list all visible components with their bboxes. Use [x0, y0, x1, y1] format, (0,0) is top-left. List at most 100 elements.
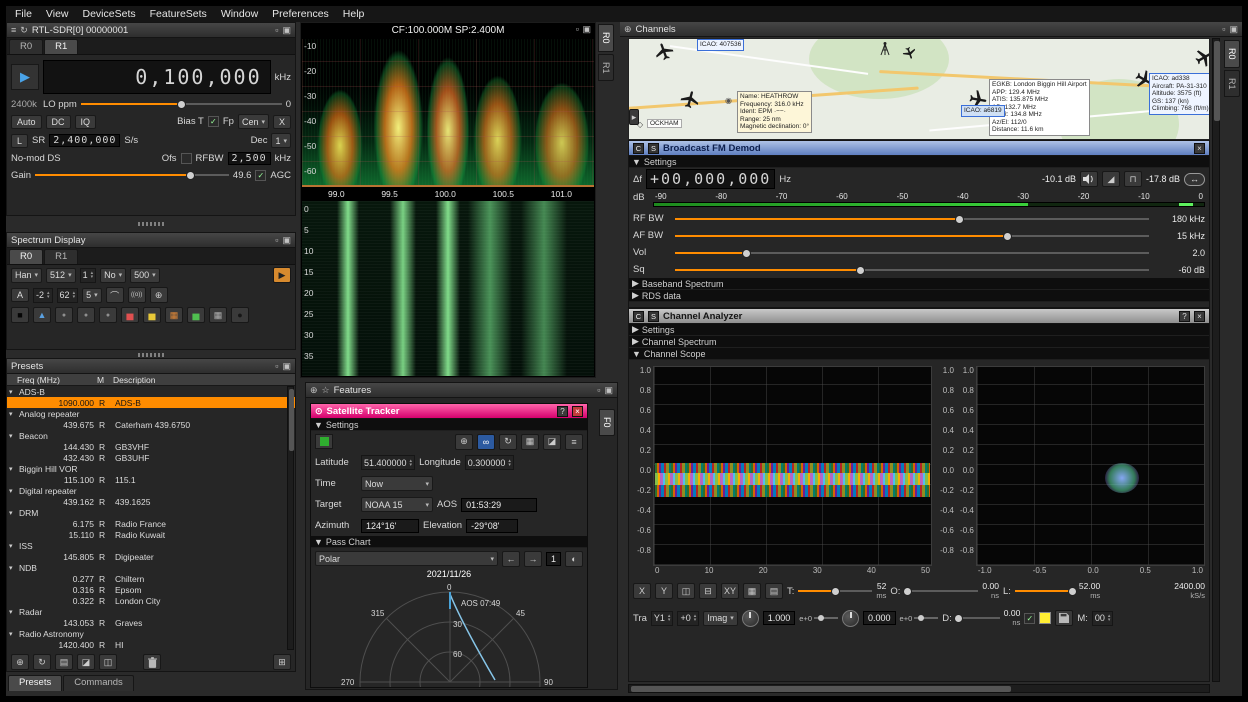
adsb-map[interactable]: ICAO: 407536 ◉ Name: HEATHROWFrequency: …: [628, 38, 1210, 140]
trace-length-slider[interactable]: [1015, 585, 1075, 597]
tree-caret-icon[interactable]: ▾: [9, 388, 19, 396]
edit-preset-button[interactable]: ◪: [77, 654, 95, 670]
crosshair-icon[interactable]: ⊕: [150, 287, 168, 303]
decay-select[interactable]: 5▾: [82, 288, 102, 303]
main-spectrum-panel[interactable]: CF:100.000M SP:2.400M ▫ ▣ -10-20-30-40-5…: [300, 22, 596, 378]
spectrum-tab-r1[interactable]: R1: [44, 249, 78, 264]
preset-row[interactable]: 1420.400RHI: [7, 639, 295, 650]
tree-caret-icon[interactable]: ▾: [9, 542, 19, 550]
preset-row[interactable]: 6.175RRadio France: [7, 518, 295, 529]
shrink-icon[interactable]: ▫: [597, 386, 600, 395]
preset-row[interactable]: ▾ Radar: [7, 606, 295, 617]
close-button[interactable]: ×: [572, 406, 583, 417]
refresh-button[interactable]: ↻: [499, 434, 517, 450]
dc-correction-button[interactable]: DC: [46, 115, 71, 129]
fc-position-select[interactable]: Cen▾: [238, 114, 269, 129]
presets-titlebar[interactable]: Presets ▫ ▣: [7, 359, 295, 374]
tree-caret-icon[interactable]: ▾: [9, 487, 19, 495]
preset-row[interactable]: 143.053RGraves: [7, 617, 295, 628]
restore-icon[interactable]: ▣: [282, 236, 291, 245]
channel-frequency-display[interactable]: +00,000,000: [646, 169, 775, 189]
device-titlebar[interactable]: ≡ ↻ RTL-SDR[0] 00000001 ▫ ▣: [7, 23, 295, 38]
channel-spectrum-section[interactable]: ▶ Channel Spectrum: [629, 336, 1209, 348]
spectrum-display-icon-button[interactable]: ▅: [121, 307, 139, 323]
fft-window-select[interactable]: Han▾: [11, 268, 42, 283]
baseband-spectrum-section[interactable]: ▶ Baseband Spectrum: [629, 278, 1209, 290]
stream-select-button[interactable]: S: [648, 311, 659, 322]
preset-row[interactable]: 0.322RLondon City: [7, 595, 295, 606]
amplitude-knob[interactable]: [742, 610, 759, 627]
tree-caret-icon[interactable]: ▾: [9, 608, 19, 616]
spectrum-display-icon-button[interactable]: ▦: [209, 307, 227, 323]
longitude-input[interactable]: 0.300000▴▾: [465, 455, 514, 470]
preset-row[interactable]: ▾ ISS: [7, 540, 295, 551]
sat-settings-section[interactable]: ▼ Settings: [311, 419, 587, 431]
preset-row[interactable]: 439.675RCaterham 439.6750: [7, 419, 295, 430]
trace-select-spin[interactable]: Y1▴▾: [651, 611, 674, 626]
add-feature-icon[interactable]: ⊕: [310, 386, 318, 395]
spectrum-display-icon-button[interactable]: ●: [77, 307, 95, 323]
bias-t-checkbox[interactable]: ✓: [208, 116, 219, 127]
fm-settings-section[interactable]: ▼ Settings: [629, 156, 1209, 168]
help-button[interactable]: ?: [557, 406, 568, 417]
wifi-icon[interactable]: ((o)): [128, 287, 146, 303]
autoscale-button[interactable]: A: [11, 288, 29, 302]
spectrum-display-icon-button[interactable]: ▅: [143, 307, 161, 323]
tab-presets[interactable]: Presets: [8, 675, 62, 691]
channel-settings-button[interactable]: C: [633, 311, 644, 322]
tree-caret-icon[interactable]: ▾: [9, 432, 19, 440]
shrink-icon[interactable]: ▫: [275, 26, 278, 35]
amplitude-exp-slider[interactable]: e+0: [799, 614, 838, 623]
restore-icon[interactable]: ▣: [582, 25, 591, 34]
shrink-icon[interactable]: ▫: [275, 236, 278, 245]
menu-item[interactable]: File: [8, 7, 39, 21]
fm-demod-titlebar[interactable]: C S Broadcast FM Demod ×: [629, 141, 1209, 156]
spectrum-display-icon-button[interactable]: ●: [55, 307, 73, 323]
af-bw-slider[interactable]: [675, 230, 1149, 242]
lo-ppm-slider[interactable]: [81, 98, 282, 110]
shrink-icon[interactable]: ▫: [1222, 25, 1225, 34]
xy-display-button[interactable]: XY: [721, 583, 739, 599]
trace-offset-spin[interactable]: +0▴▾: [677, 611, 699, 626]
scope-xy-plot[interactable]: [976, 366, 1205, 566]
tree-caret-icon[interactable]: ▾: [9, 410, 19, 418]
waterfall-plot[interactable]: [302, 201, 594, 376]
vtab-r1[interactable]: R1: [1224, 70, 1240, 98]
preset-row[interactable]: ▾ Radio Astronomy: [7, 628, 295, 639]
resize-handle[interactable]: [138, 222, 164, 226]
shrink-icon[interactable]: ▫: [275, 362, 278, 371]
lowrate-button[interactable]: L: [11, 134, 28, 148]
close-button[interactable]: ×: [1194, 311, 1205, 322]
star-icon[interactable]: ☆: [322, 386, 330, 395]
transverter-button[interactable]: X: [273, 115, 291, 129]
spectrum-display-icon-button[interactable]: ■: [11, 307, 29, 323]
delay-slider[interactable]: [956, 612, 1000, 624]
channel-scope-section[interactable]: ▼ Channel Scope: [629, 348, 1209, 360]
preset-row[interactable]: 1090.000RADS-B: [7, 397, 295, 408]
channels-titlebar[interactable]: ⊕ Channels ▫ ▣: [620, 22, 1242, 37]
aircraft-icon[interactable]: [653, 40, 676, 62]
link-button[interactable]: ∞: [477, 434, 495, 450]
curve-icon[interactable]: ⌒: [106, 287, 124, 303]
close-button[interactable]: ×: [1194, 143, 1205, 154]
preset-row[interactable]: 115.100R115.1: [7, 474, 295, 485]
auto-correction-button[interactable]: Auto: [11, 115, 42, 129]
stream-select-button[interactable]: S: [648, 143, 659, 154]
restore-icon[interactable]: ▣: [282, 26, 291, 35]
preset-row[interactable]: ▾ NDB: [7, 562, 295, 573]
channel-settings-button[interactable]: C: [633, 143, 644, 154]
shrink-icon[interactable]: ▫: [576, 25, 579, 34]
averaging-count-select[interactable]: 500▾: [130, 268, 160, 283]
menu-item[interactable]: View: [39, 7, 76, 21]
menu-item[interactable]: Window: [214, 7, 265, 21]
ofs-checkbox[interactable]: [181, 153, 192, 164]
x-display-button[interactable]: X: [633, 583, 651, 599]
preset-row[interactable]: ▾ ADS-B: [7, 386, 295, 397]
trace-view-checkbox[interactable]: ✓: [1024, 613, 1035, 624]
squelch-gate-icon[interactable]: ⊓: [1124, 171, 1142, 187]
analyzer-settings-section[interactable]: ▶ Settings: [629, 324, 1209, 336]
tree-caret-icon[interactable]: ▾: [9, 465, 19, 473]
edit-button[interactable]: ◪: [543, 434, 561, 450]
help-button[interactable]: ?: [1179, 311, 1190, 322]
update-preset-button[interactable]: ↻: [33, 654, 51, 670]
